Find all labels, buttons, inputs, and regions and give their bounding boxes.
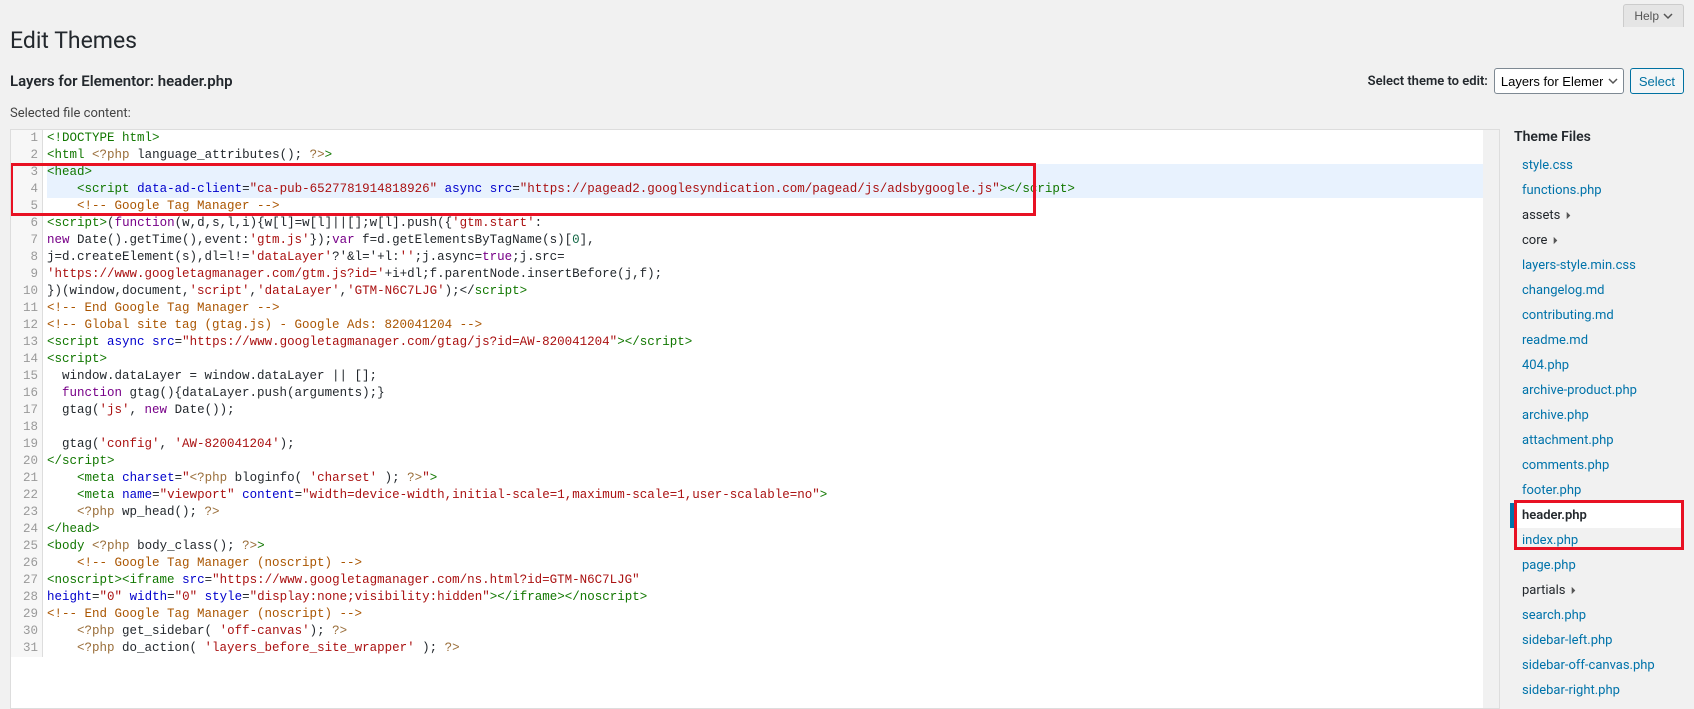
file-item[interactable]: functions.php xyxy=(1514,178,1684,203)
file-link[interactable]: changelog.md xyxy=(1522,283,1604,298)
content-label: Selected file content: xyxy=(0,106,1694,129)
file-link[interactable]: sidebar-off-canvas.php xyxy=(1522,658,1655,673)
file-link[interactable]: contributing.md xyxy=(1522,308,1614,323)
file-link[interactable]: index.php xyxy=(1522,533,1578,548)
theme-files-heading: Theme Files xyxy=(1514,129,1684,153)
help-tab-button[interactable]: Help xyxy=(1623,4,1684,27)
folder-item[interactable]: core xyxy=(1514,228,1684,253)
file-link[interactable]: page.php xyxy=(1522,558,1576,573)
file-item[interactable]: sidebar-right.php xyxy=(1514,678,1684,703)
file-link[interactable]: 404.php xyxy=(1522,358,1569,373)
file-item[interactable]: sidebar-off-canvas.php xyxy=(1514,653,1684,678)
file-item[interactable]: contributing.md xyxy=(1514,303,1684,328)
file-item[interactable]: header.php xyxy=(1510,503,1684,528)
file-link[interactable]: attachment.php xyxy=(1522,433,1614,448)
folder-label: partials xyxy=(1522,583,1565,598)
help-label: Help xyxy=(1634,9,1659,23)
page-title: Edit Themes xyxy=(0,27,1694,68)
editing-file-title: Layers for Elementor: header.php xyxy=(10,72,233,90)
file-item[interactable]: page.php xyxy=(1514,553,1684,578)
file-link[interactable]: archive-product.php xyxy=(1522,383,1637,398)
file-item[interactable]: 404.php xyxy=(1514,353,1684,378)
code-content[interactable]: <!DOCTYPE html><html <?php language_attr… xyxy=(47,130,1483,198)
file-link[interactable]: readme.md xyxy=(1522,333,1588,348)
folder-item[interactable]: partials xyxy=(1514,578,1684,603)
code-editor[interactable]: 1234567891011121314151617181920212223242… xyxy=(10,129,1500,709)
file-link[interactable]: header.php xyxy=(1522,508,1587,523)
chevron-right-icon xyxy=(1551,236,1560,245)
file-link[interactable]: layers-style.min.css xyxy=(1522,258,1636,273)
file-item[interactable]: sidebar-left.php xyxy=(1514,628,1684,653)
file-item[interactable]: attachment.php xyxy=(1514,428,1684,453)
file-item[interactable]: footer.php xyxy=(1514,478,1684,503)
file-link[interactable]: functions.php xyxy=(1522,183,1602,198)
code-line[interactable]: <html <?php language_attributes(); ?>> xyxy=(47,147,1483,164)
select-theme-button[interactable]: Select xyxy=(1630,68,1684,94)
file-item[interactable]: index.php xyxy=(1514,528,1684,553)
code-line[interactable]: <!DOCTYPE html> xyxy=(47,130,1483,147)
file-link[interactable]: archive.php xyxy=(1522,408,1589,423)
file-item[interactable]: readme.md xyxy=(1514,328,1684,353)
folder-label: core xyxy=(1522,233,1547,248)
file-item[interactable]: style.css xyxy=(1514,153,1684,178)
file-item[interactable]: search.php xyxy=(1514,603,1684,628)
file-link[interactable]: sidebar-right.php xyxy=(1522,683,1620,698)
file-item[interactable]: comments.php xyxy=(1514,453,1684,478)
file-link[interactable]: sidebar-left.php xyxy=(1522,633,1612,648)
folder-item[interactable]: assets xyxy=(1514,203,1684,228)
scrollbar-vertical[interactable] xyxy=(1483,130,1499,708)
line-number-gutter: 1234567891011121314151617181920212223242… xyxy=(11,130,43,198)
chevron-right-icon xyxy=(1564,211,1573,220)
folder-label: assets xyxy=(1522,208,1560,223)
code-line[interactable]: <script data-ad-client="ca-pub-652778191… xyxy=(47,181,1483,198)
file-item[interactable]: archive-product.php xyxy=(1514,378,1684,403)
file-link[interactable]: search.php xyxy=(1522,608,1586,623)
theme-select-label: Select theme to edit: xyxy=(1368,74,1488,89)
chevron-right-icon xyxy=(1569,586,1578,595)
theme-select[interactable]: Layers for Elemer xyxy=(1494,68,1624,94)
file-link[interactable]: comments.php xyxy=(1522,458,1609,473)
theme-files-sidebar: Theme Files style.css functions.php assets… xyxy=(1514,129,1684,709)
file-link[interactable]: footer.php xyxy=(1522,483,1581,498)
file-item[interactable]: archive.php xyxy=(1514,403,1684,428)
chevron-down-icon xyxy=(1663,11,1673,21)
code-line[interactable]: <head> xyxy=(47,164,1483,181)
file-item[interactable]: changelog.md xyxy=(1514,278,1684,303)
file-item[interactable]: layers-style.min.css xyxy=(1514,253,1684,278)
file-link[interactable]: style.css xyxy=(1522,158,1573,173)
